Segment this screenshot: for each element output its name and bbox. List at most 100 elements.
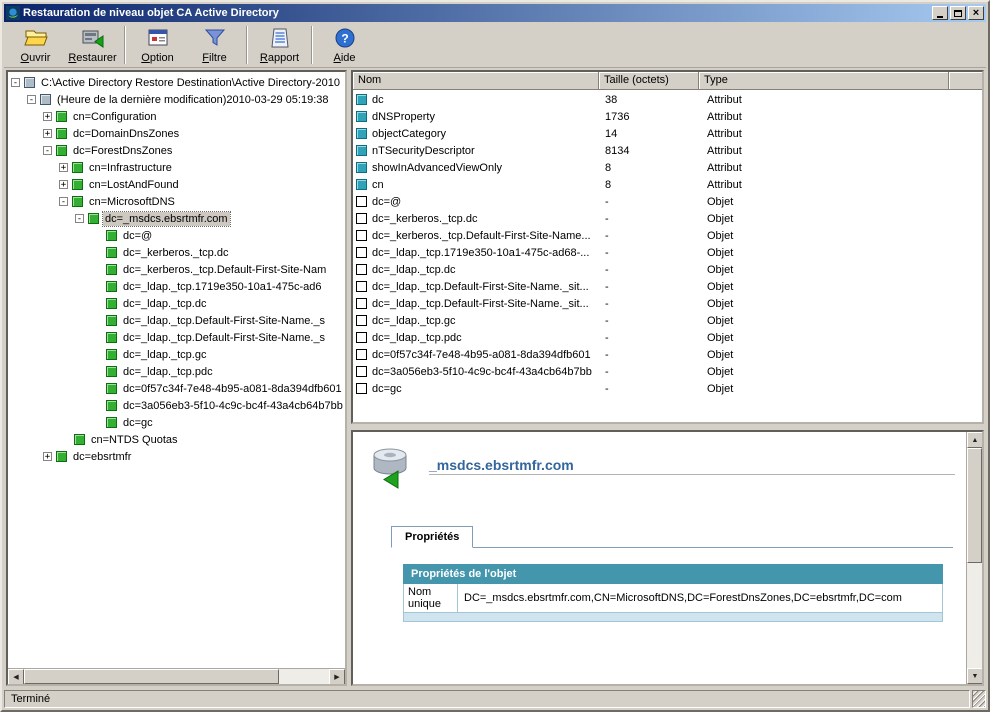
list-row[interactable]: dNSProperty1736Attribut — [353, 108, 982, 125]
list-row[interactable]: dc=_ldap._tcp.gc-Objet — [353, 312, 982, 329]
tree-item[interactable]: +dc=DomainDnsZones — [8, 125, 345, 142]
list-row[interactable]: dc38Attribut — [353, 91, 982, 108]
scroll-thumb[interactable] — [967, 448, 982, 563]
tree-item[interactable]: -dc=_msdcs.ebsrtmfr.com — [8, 210, 345, 227]
list-row[interactable]: cn8Attribut — [353, 176, 982, 193]
tree-item[interactable]: - cn=MicrosoftDNS — [8, 193, 345, 210]
cell-type: Objet — [699, 196, 982, 208]
scroll-right-button[interactable]: ▶ — [329, 669, 345, 685]
maximize-button[interactable] — [950, 6, 966, 20]
expand-icon[interactable]: + — [43, 452, 52, 461]
tree-item[interactable]: dc=_ldap._tcp.dc — [8, 295, 345, 312]
property-label: Nom unique — [404, 584, 458, 612]
cell-name: dc=_ldap._tcp.Default-First-Site-Name._s… — [353, 298, 599, 310]
close-button[interactable]: × — [968, 6, 984, 20]
list-row[interactable]: dc=_ldap._tcp.dc-Objet — [353, 261, 982, 278]
list-row[interactable]: dc=3a056eb3-5f10-4c9c-bc4f-43a4cb64b7bb-… — [353, 363, 982, 380]
collapse-icon[interactable]: - — [43, 146, 52, 155]
cell-size: - — [599, 213, 699, 225]
details-vertical-scrollbar[interactable]: ▲ ▼ — [966, 432, 982, 684]
tree-item[interactable]: cn=NTDS Quotas — [8, 431, 345, 448]
object-title-rule: _msdcs.ebsrtmfr.com — [429, 457, 955, 475]
list-row[interactable]: showInAdvancedViewOnly8Attribut — [353, 159, 982, 176]
scroll-up-button[interactable]: ▲ — [967, 432, 983, 448]
collapse-icon[interactable]: - — [11, 78, 20, 87]
expand-icon[interactable]: + — [43, 129, 52, 138]
tree-item[interactable]: dc=_ldap._tcp.1719e350-10a1-475c-ad6 — [8, 278, 345, 295]
open-button[interactable]: Ouvrir — [7, 24, 64, 66]
minimize-button[interactable] — [932, 6, 948, 20]
object-icon — [356, 264, 367, 275]
collapse-icon[interactable]: - — [59, 197, 68, 206]
list-row[interactable]: dc=_ldap._tcp.Default-First-Site-Name._s… — [353, 278, 982, 295]
tree-item[interactable]: dc=_ldap._tcp.Default-First-Site-Name._s — [8, 329, 345, 346]
cell-type: Objet — [699, 230, 982, 242]
help-button[interactable]: ? Aide — [316, 24, 373, 66]
titlebar[interactable]: Restauration de niveau objet CA Active D… — [4, 4, 986, 22]
list-row[interactable]: dc=_kerberos._tcp.Default-First-Site-Nam… — [353, 227, 982, 244]
list-row[interactable]: nTSecurityDescriptor8134Attribut — [353, 142, 982, 159]
node-icon — [56, 145, 67, 156]
scroll-down-button[interactable]: ▼ — [967, 668, 983, 684]
tree-item[interactable]: +cn=LostAndFound — [8, 176, 345, 193]
column-header-type[interactable]: Type — [699, 72, 949, 90]
node-icon — [106, 366, 117, 377]
list-row[interactable]: dc=_ldap._tcp.pdc-Objet — [353, 329, 982, 346]
toolbar-separator — [311, 26, 313, 64]
cell-name: dc=_ldap._tcp.1719e350-10a1-475c-ad68-..… — [353, 247, 599, 259]
node-icon — [56, 451, 67, 462]
scroll-thumb[interactable] — [24, 669, 279, 684]
tree-item[interactable]: dc=_ldap._tcp.pdc — [8, 363, 345, 380]
tab-proprietes[interactable]: Propriétés — [391, 526, 473, 548]
tree-horizontal-scrollbar[interactable]: ◀ ▶ — [8, 668, 345, 684]
collapse-icon[interactable]: - — [27, 95, 36, 104]
option-button[interactable]: Option — [129, 24, 186, 66]
tree-item[interactable]: dc=3a056eb3-5f10-4c9c-bc4f-43a4cb64b7bb — [8, 397, 345, 414]
list-row[interactable]: dc=_kerberos._tcp.dc-Objet — [353, 210, 982, 227]
list-row[interactable]: dc=0f57c34f-7e48-4b95-a081-8da394dfb601-… — [353, 346, 982, 363]
expand-icon[interactable]: + — [59, 163, 68, 172]
scroll-left-button[interactable]: ◀ — [8, 669, 24, 685]
tree-item[interactable]: dc=@ — [8, 227, 345, 244]
tree-item[interactable]: + cn=Infrastructure — [8, 159, 345, 176]
scroll-track[interactable] — [967, 448, 982, 668]
filter-icon — [203, 26, 227, 51]
report-button[interactable]: Rapport — [251, 24, 308, 66]
tree-item[interactable]: dc=_ldap._tcp.gc — [8, 346, 345, 363]
tree-item-label: cn=Infrastructure — [87, 161, 174, 175]
list-row[interactable]: dc=@-Objet — [353, 193, 982, 210]
restore-button[interactable]: Restaurer — [64, 24, 121, 66]
toolbar: Ouvrir Restaurer Option Filtre Rap — [4, 22, 986, 68]
right-column: Nom Taille (octets) Type dc38AttributdNS… — [351, 70, 984, 686]
tree-item[interactable]: dc=gc — [8, 414, 345, 431]
tree-item-label: cn=NTDS Quotas — [89, 433, 180, 447]
list-row[interactable]: objectCategory14Attribut — [353, 125, 982, 142]
tree-item[interactable]: +cn=Configuration — [8, 108, 345, 125]
resize-grip[interactable] — [972, 690, 986, 708]
status-text: Terminé — [4, 690, 970, 708]
list-row[interactable]: dc=_ldap._tcp.1719e350-10a1-475c-ad68-..… — [353, 244, 982, 261]
tree-item[interactable]: dc=_kerberos._tcp.dc — [8, 244, 345, 261]
cell-size: 38 — [599, 94, 699, 106]
cell-name: dc=3a056eb3-5f10-4c9c-bc4f-43a4cb64b7bb — [353, 366, 599, 378]
tree-item[interactable]: -dc=ForestDnsZones — [8, 142, 345, 159]
tree-item[interactable]: dc=0f57c34f-7e48-4b95-a081-8da394dfb601 — [8, 380, 345, 397]
attribute-icon — [356, 179, 367, 190]
collapse-icon[interactable]: - — [75, 214, 84, 223]
expand-icon[interactable]: + — [59, 180, 68, 189]
object-icon — [356, 349, 367, 360]
list-row[interactable]: dc=_ldap._tcp.Default-First-Site-Name._s… — [353, 295, 982, 312]
expand-icon[interactable]: + — [43, 112, 52, 121]
cell-name: dc=gc — [353, 383, 599, 395]
tree-item[interactable]: dc=_kerberos._tcp.Default-First-Site-Nam — [8, 261, 345, 278]
scroll-track[interactable] — [24, 669, 329, 684]
column-header-nom[interactable]: Nom — [353, 72, 599, 90]
filter-button[interactable]: Filtre — [186, 24, 243, 66]
tree-item[interactable]: dc=_ldap._tcp.Default-First-Site-Name._s — [8, 312, 345, 329]
column-header-taille[interactable]: Taille (octets) — [599, 72, 699, 90]
tree-item[interactable]: -(Heure de la dernière modification)2010… — [8, 91, 345, 108]
list-row[interactable]: dc=gc-Objet — [353, 380, 982, 397]
tree-item[interactable]: +dc=ebsrtmfr — [8, 448, 345, 465]
tree-item-label: cn=MicrosoftDNS — [87, 195, 177, 209]
tree-item[interactable]: -C:\Active Directory Restore Destination… — [8, 74, 345, 91]
